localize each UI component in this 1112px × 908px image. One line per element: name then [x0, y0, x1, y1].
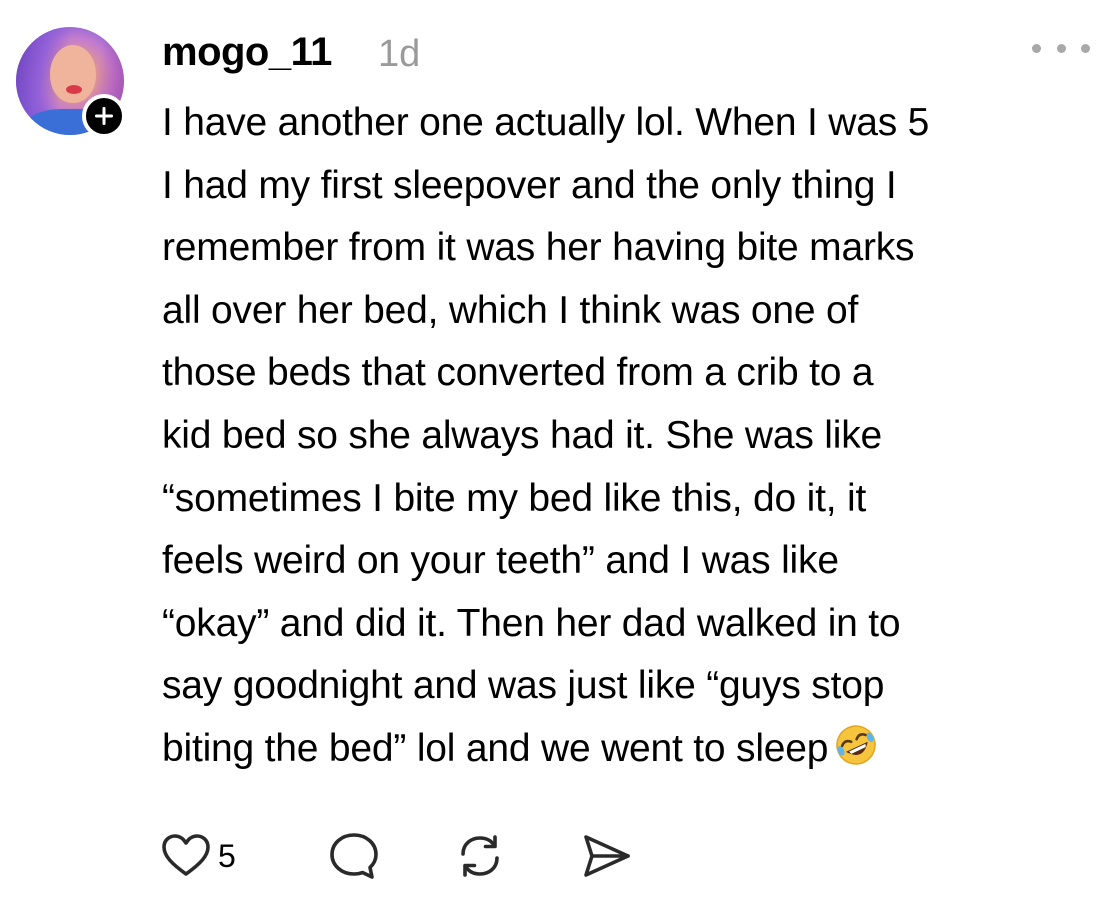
post-body-line: biting the bed” lol and we went to sleep	[162, 726, 829, 770]
post-body-line: those beds that converted from a crib to…	[162, 351, 874, 395]
repost-button[interactable]	[452, 828, 508, 884]
post-body-last-line: biting the bed” lol and we went to sleep	[162, 718, 1092, 787]
avatar-lips	[66, 85, 82, 94]
share-button[interactable]	[578, 828, 634, 884]
repost-icon	[461, 835, 499, 877]
post-body-line: remember from it was her having bite mar…	[162, 226, 915, 270]
post-body-line: feels weird on your teeth” and I was lik…	[162, 539, 839, 583]
post-body-line: “okay” and did it. Then her dad walked i…	[162, 601, 901, 645]
comment-bubble-icon	[330, 833, 378, 879]
avatar-face	[50, 45, 96, 103]
more-horizontal-icon-dot	[1032, 43, 1041, 53]
post-body-line: all over her bed, which I think was one …	[162, 288, 859, 332]
reply-button[interactable]	[326, 828, 382, 884]
rolling-on-floor-laughing-emoji	[834, 723, 878, 787]
reply-post: mogo_11 1d I have another one actually l…	[0, 0, 1112, 908]
more-horizontal-icon-dot	[1056, 43, 1066, 53]
more-horizontal-icon-dot	[1081, 43, 1090, 53]
post-body: I have another one actually lol. When I …	[162, 92, 1092, 787]
like-count: 5	[218, 838, 236, 874]
post-body-line: “sometimes I bite my bed like this, do i…	[162, 476, 867, 520]
heart-icon	[162, 834, 210, 876]
post-body-line: I have another one actually lol. When I …	[162, 101, 930, 144]
more-options-button[interactable]	[1032, 36, 1090, 60]
post-body-line: kid bed so she always had it. She was li…	[162, 413, 882, 457]
post-body-line: I had my first sleepover and the only th…	[162, 163, 897, 207]
follow-button[interactable]	[82, 94, 126, 138]
username[interactable]: mogo_11	[162, 28, 332, 76]
plus-icon	[95, 107, 113, 125]
post-body-line: say goodnight and was just like “guys st…	[162, 664, 885, 708]
send-icon	[584, 835, 630, 877]
timestamp: 1d	[378, 33, 421, 75]
like-button[interactable]: 5	[160, 828, 236, 884]
